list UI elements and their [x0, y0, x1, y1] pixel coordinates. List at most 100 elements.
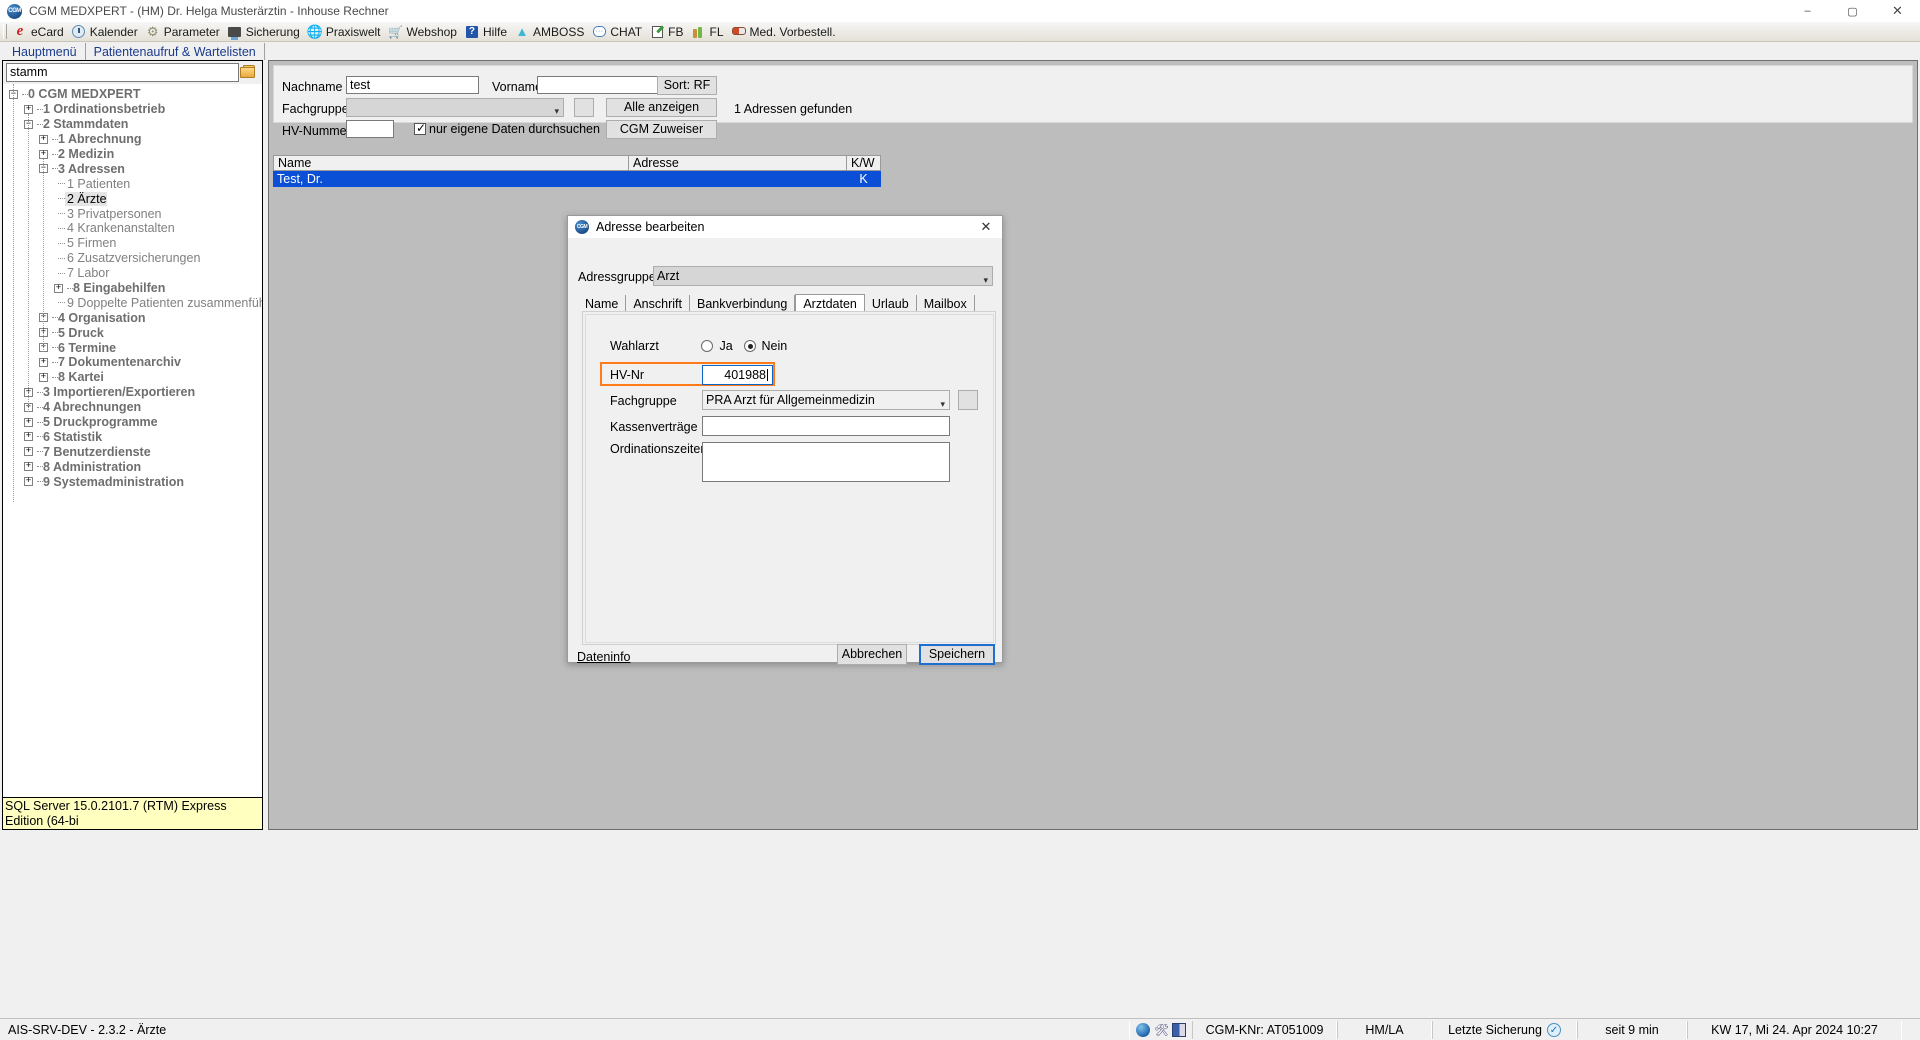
dialog-tab-arztdaten[interactable]: Arztdaten	[795, 294, 865, 312]
tree-item[interactable]: +3 Importieren/Exportieren	[3, 385, 262, 400]
tree-item[interactable]: +1 Abrechnung	[3, 132, 262, 147]
tree-item[interactable]: +9 Systemadministration	[3, 474, 262, 489]
ordinationszeiten-input[interactable]	[702, 442, 950, 482]
tree-item[interactable]: 9 Doppelte Patienten zusammenführen	[3, 295, 262, 310]
toolbar-item-hilfe[interactable]: ? Hilfe	[462, 23, 512, 41]
toolbar-item-sicherung[interactable]: Sicherung	[225, 23, 305, 41]
folder-icon[interactable]	[240, 65, 257, 80]
toolbar-item-med-vorbestell[interactable]: Med. Vorbestell.	[729, 23, 841, 41]
dialog-fachgruppe-value: PRA Arzt für Allgemeinmedizin	[706, 393, 875, 407]
tree-expand-icon[interactable]: +	[24, 447, 33, 457]
toolbar-item-fl[interactable]: FL	[688, 23, 728, 41]
dialog-tab-mailbox[interactable]: Mailbox	[917, 295, 975, 312]
tree-expand-icon[interactable]: +	[24, 104, 33, 114]
tree-item[interactable]: 4 Krankenanstalten	[3, 221, 262, 236]
tree-item[interactable]: +6 Termine	[3, 340, 262, 355]
speichern-button[interactable]: Speichern	[919, 644, 995, 665]
nur-eigene-daten-checkbox[interactable]: nur eigene Daten durchsuchen	[414, 121, 600, 136]
toolbar-grip[interactable]	[3, 24, 7, 39]
tree-expand-icon[interactable]: +	[39, 357, 48, 367]
tree-item[interactable]: +5 Druck	[3, 325, 262, 340]
dateninfo-link[interactable]: Dateninfo	[577, 650, 631, 664]
toolbar-item-kalender[interactable]: Kalender	[69, 23, 143, 41]
tree-item[interactable]: +4 Abrechnungen	[3, 400, 262, 415]
grid-header-adresse[interactable]: Adresse	[629, 155, 847, 171]
tree-item[interactable]: 1 Patienten	[3, 176, 262, 191]
toolbar-item-parameter[interactable]: ⚙ Parameter	[143, 23, 225, 41]
tree-expand-icon[interactable]: +	[39, 149, 48, 159]
adressgruppe-select[interactable]: Arzt ▾	[653, 266, 993, 286]
dialog-fachgruppe-select[interactable]: PRA Arzt für Allgemeinmedizin ▾	[702, 390, 950, 410]
results-grid: Name Adresse K/W Test, Dr. K	[273, 155, 881, 187]
dialog-tab-anschrift[interactable]: Anschrift	[626, 295, 690, 312]
tree-item[interactable]: +8 Administration	[3, 459, 262, 474]
tree-item-label: 6 Statistik	[43, 429, 103, 444]
triangle-icon: ▲	[515, 24, 529, 39]
fachgruppe-select[interactable]: ▾	[346, 98, 564, 117]
tree-item[interactable]: 3 Privatpersonen	[3, 206, 262, 221]
tree-item[interactable]: 5 Firmen	[3, 236, 262, 251]
tree-item[interactable]: +6 Statistik	[3, 429, 262, 444]
tree-expand-icon[interactable]: +	[54, 283, 63, 293]
tree-expand-icon[interactable]: +	[24, 432, 33, 442]
toolbar-item-fb[interactable]: FB	[647, 23, 688, 41]
grid-header-kw[interactable]: K/W	[847, 155, 881, 171]
tree-item[interactable]: +5 Druckprogramme	[3, 415, 262, 430]
toolbar-item-chat[interactable]: ··· CHAT	[589, 23, 647, 41]
table-row[interactable]: Test, Dr. K	[273, 171, 881, 187]
dialog-close-icon[interactable]: ✕	[974, 218, 998, 236]
adressgruppe-label: Adressgruppe	[578, 270, 656, 284]
toolbar-item-webshop[interactable]: 🛒 Webshop	[386, 23, 462, 41]
wahlarzt-radio-ja[interactable]: Ja	[701, 339, 733, 353]
tree-connector-icon	[35, 447, 43, 456]
tree-item[interactable]: +7 Dokumentenarchiv	[3, 355, 262, 370]
tree-item[interactable]: 6 Zusatzversicherungen	[3, 251, 262, 266]
tree-item[interactable]: −0 CGM MEDXPERT	[3, 87, 262, 102]
tree-item[interactable]: +8 Kartei	[3, 370, 262, 385]
tree-expand-icon[interactable]: +	[24, 462, 33, 472]
tree-item[interactable]: +7 Benutzerdienste	[3, 444, 262, 459]
alle-anzeigen-button[interactable]: Alle anzeigen	[606, 98, 717, 117]
fachgruppe-lookup-button[interactable]	[958, 390, 978, 410]
sidebar-search-input[interactable]: stamm	[6, 63, 239, 82]
dialog-tab-name[interactable]: Name	[578, 295, 627, 312]
tree-item[interactable]: 2 Ärzte	[3, 191, 262, 206]
tree-item[interactable]: −3 Adressen	[3, 161, 262, 176]
dialog-tab-bankverbindung[interactable]: Bankverbindung	[690, 295, 796, 312]
grid-header-name[interactable]: Name	[273, 155, 629, 171]
tab-hauptmenu[interactable]: Hauptmenü	[4, 43, 86, 60]
tree-item[interactable]: −2 Stammdaten	[3, 117, 262, 132]
tools-icon[interactable]: 🛠	[1154, 1023, 1169, 1037]
tree-expand-icon[interactable]: +	[24, 417, 33, 427]
fachgruppe-extra-button[interactable]	[574, 98, 594, 117]
minimize-button[interactable]: –	[1785, 0, 1830, 22]
toolbar-item-praxiswelt[interactable]: 🌐 Praxiswelt	[305, 23, 386, 41]
abbrechen-button[interactable]: Abbrechen	[837, 644, 907, 665]
dialog-tab-label: Arztdaten	[803, 296, 857, 311]
close-button[interactable]: ✕	[1875, 0, 1920, 22]
tab-patientenaufruf-wartelisten[interactable]: Patientenaufruf & Wartelisten	[86, 43, 265, 60]
hv-nummer-input[interactable]	[346, 120, 394, 138]
book-icon[interactable]	[1172, 1022, 1186, 1037]
wahlarzt-radio-nein[interactable]: Nein	[744, 339, 787, 353]
maximize-button[interactable]: ▢	[1830, 0, 1875, 22]
toolbar-item-ecard[interactable]: e eCard	[10, 23, 69, 41]
globe-icon[interactable]	[1136, 1022, 1150, 1037]
dialog-tab-urlaub[interactable]: Urlaub	[865, 295, 917, 312]
tree-item[interactable]: 7 Labor	[3, 266, 262, 281]
cgm-zuweiser-button[interactable]: CGM Zuweiser	[606, 120, 717, 139]
tree-item[interactable]: +2 Medizin	[3, 147, 262, 162]
nachname-input[interactable]: test	[346, 76, 479, 94]
tree-expand-icon[interactable]: +	[39, 372, 48, 382]
kassenvertraege-input[interactable]	[702, 416, 950, 436]
tree-item[interactable]: +4 Organisation	[3, 310, 262, 325]
tree-expand-icon[interactable]: +	[39, 134, 48, 144]
sort-rf-button[interactable]: Sort: RF	[657, 76, 717, 95]
tree-expand-icon[interactable]: +	[24, 477, 33, 487]
tree-item[interactable]: +8 Eingabehilfen	[3, 281, 262, 296]
vorname-input[interactable]	[537, 76, 677, 94]
tree-item[interactable]: +1 Ordinationsbetrieb	[3, 102, 262, 117]
help-question-icon: ?	[464, 24, 480, 39]
hvnr-input[interactable]: 401988	[702, 365, 773, 385]
toolbar-item-amboss[interactable]: ▲ AMBOSS	[512, 23, 589, 41]
